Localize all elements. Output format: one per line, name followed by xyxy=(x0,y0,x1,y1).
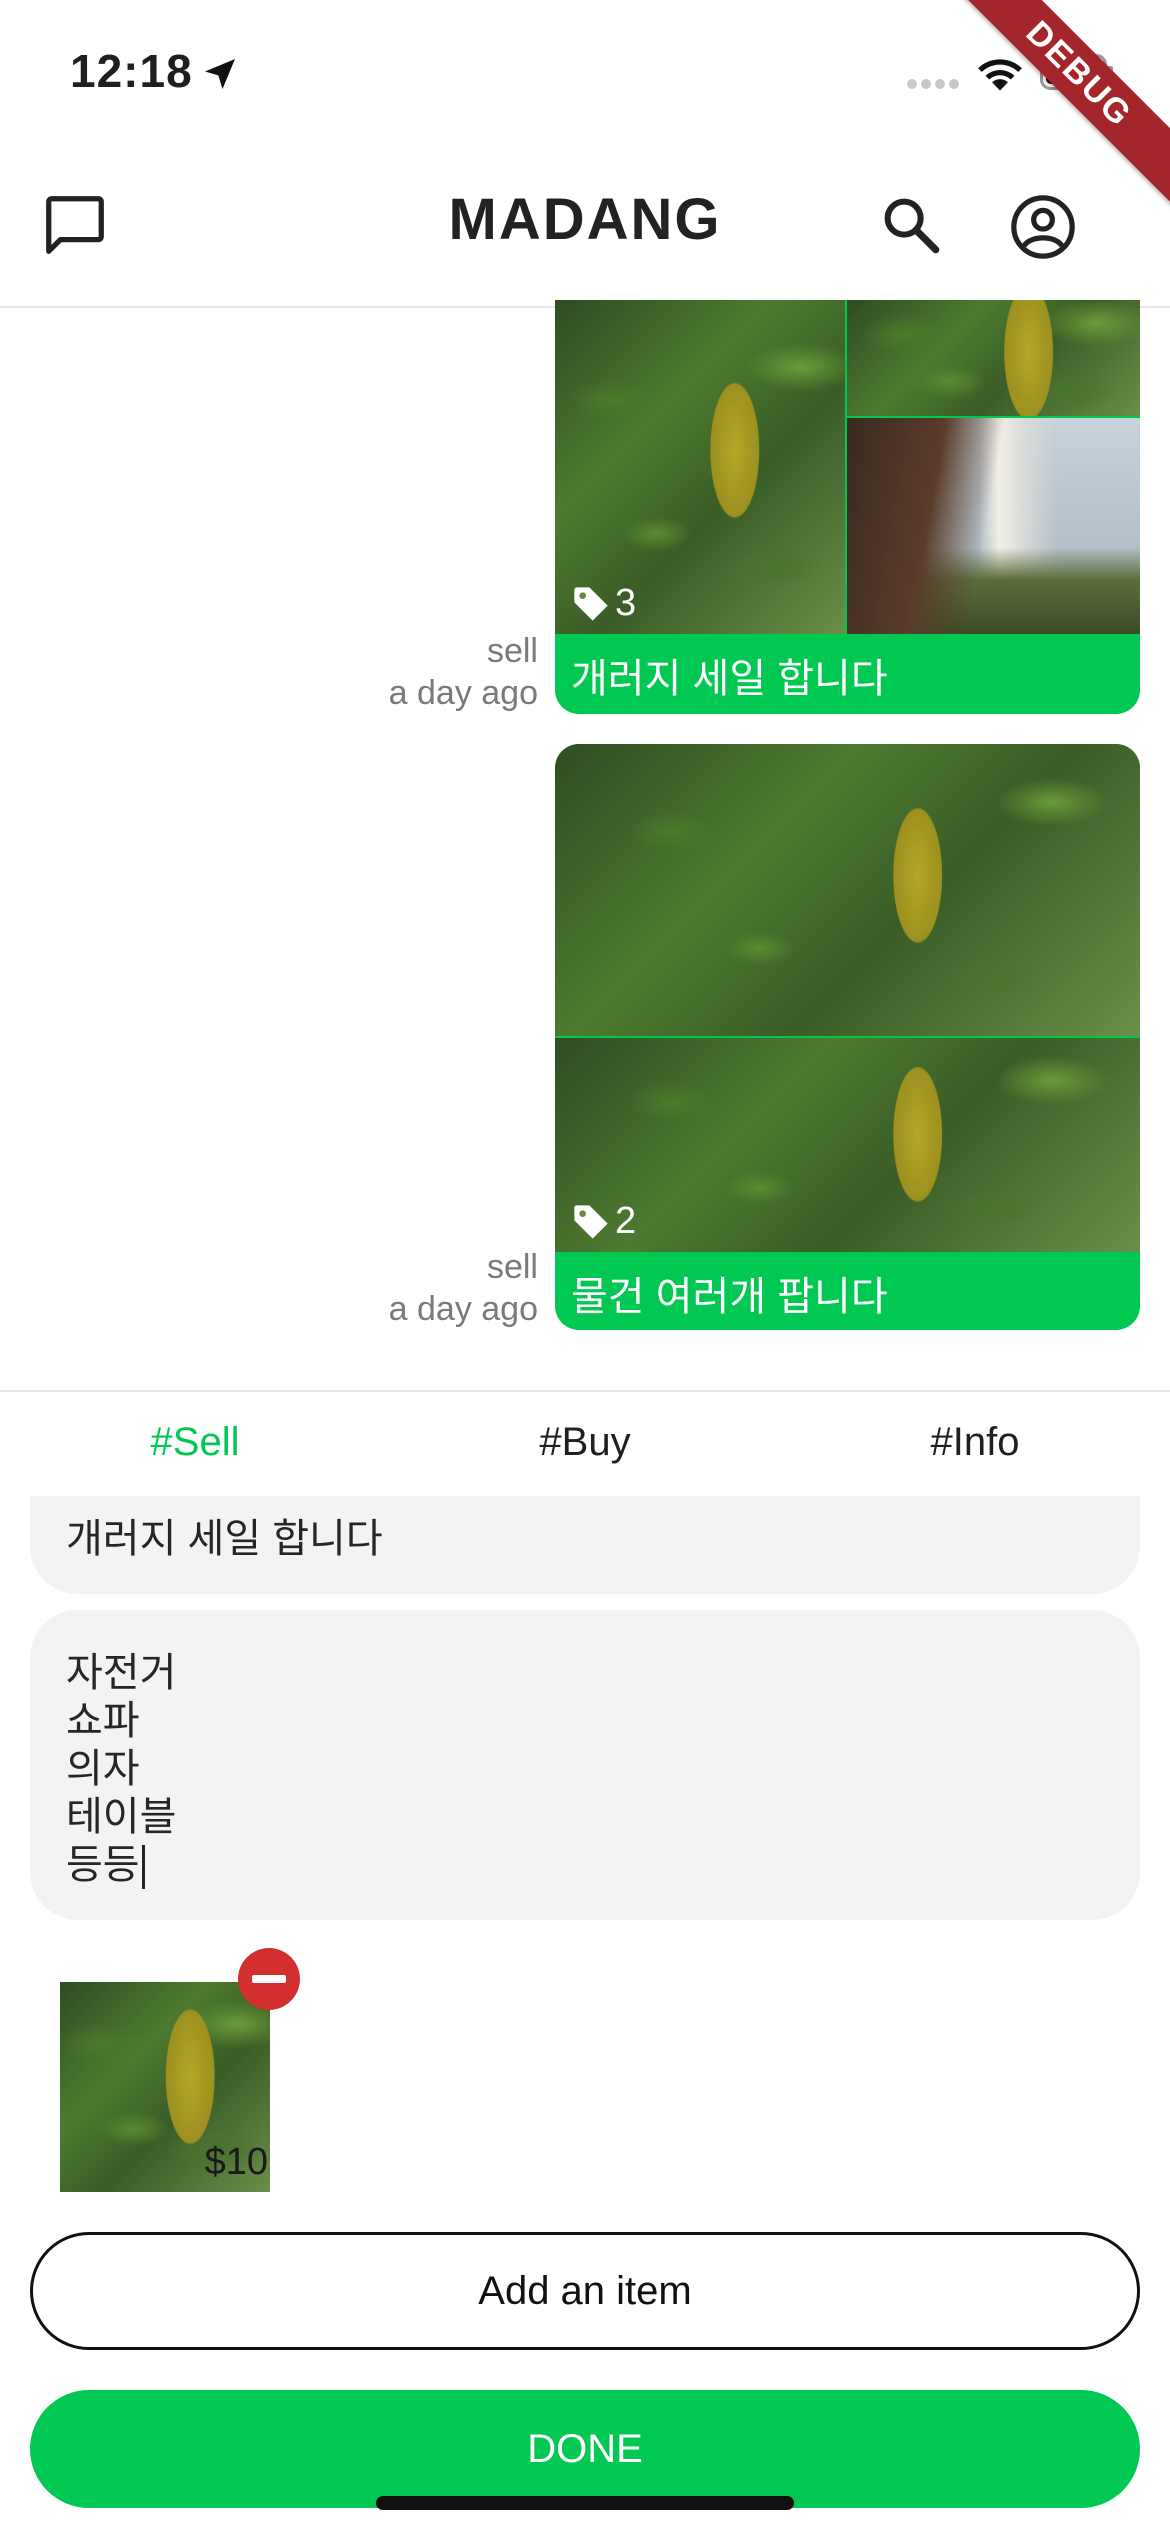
post-image xyxy=(847,300,1140,416)
wifi-icon xyxy=(978,59,1022,91)
title-field-value: 개러지 세일 합니다 xyxy=(66,1517,383,1561)
post-meta: sell a day ago xyxy=(389,1246,538,1330)
home-indicator xyxy=(376,2496,794,2510)
post-meta: sell a day ago xyxy=(389,630,538,714)
post-category: sell xyxy=(486,1248,538,1286)
tag-count: 3 xyxy=(571,582,636,625)
title-field[interactable]: 개러지 세일 합니다 xyxy=(30,1496,1140,1594)
tag-icon xyxy=(574,1204,608,1239)
app-title: MADANG xyxy=(448,187,722,252)
body-field[interactable]: 자전거 쇼파 의자 테이블 등등 xyxy=(30,1610,1140,1920)
body-line: 등등 xyxy=(66,1843,140,1887)
tag-count-value: 2 xyxy=(615,1200,637,1242)
debug-banner: DEBUG xyxy=(943,0,1170,210)
sheet-divider xyxy=(0,1390,1170,1392)
post-card[interactable]: 3 개러지 세일 합니다 xyxy=(555,300,1140,714)
text-caret xyxy=(141,1845,145,1890)
post-category: sell xyxy=(486,632,538,670)
post-image xyxy=(555,1038,1140,1252)
signal-icon xyxy=(907,79,959,89)
account-icon[interactable] xyxy=(1008,192,1078,262)
post-image xyxy=(847,418,1140,634)
post-time: a day ago xyxy=(388,674,538,712)
tab-info[interactable]: #Info xyxy=(780,1420,1170,1465)
post-title: 개러지 세일 합니다 xyxy=(571,657,888,701)
post-title: 물건 여러개 팝니다 xyxy=(571,1275,888,1319)
remove-item-button[interactable] xyxy=(238,1948,300,2010)
tab-sell[interactable]: #Sell xyxy=(0,1420,390,1465)
status-time: 12:18 xyxy=(70,45,193,97)
post-card[interactable]: 2 물건 여러개 팝니다 xyxy=(555,744,1140,1330)
add-item-button[interactable]: Add an item xyxy=(30,2232,1140,2350)
tag-icon xyxy=(574,586,608,621)
post-image xyxy=(555,744,1140,1036)
tag-count-value: 3 xyxy=(615,582,637,624)
search-icon[interactable] xyxy=(878,192,944,258)
tag-count: 2 xyxy=(571,1200,636,1243)
item-thumbnail[interactable]: $10 xyxy=(60,1982,270,2192)
post-time: a day ago xyxy=(388,1290,538,1328)
done-button[interactable]: DONE xyxy=(30,2390,1140,2508)
location-arrow-icon xyxy=(205,59,235,89)
tab-buy[interactable]: #Buy xyxy=(390,1420,780,1465)
body-line-last: 등등 xyxy=(66,1832,145,1890)
item-price: $10 xyxy=(204,2141,268,2183)
